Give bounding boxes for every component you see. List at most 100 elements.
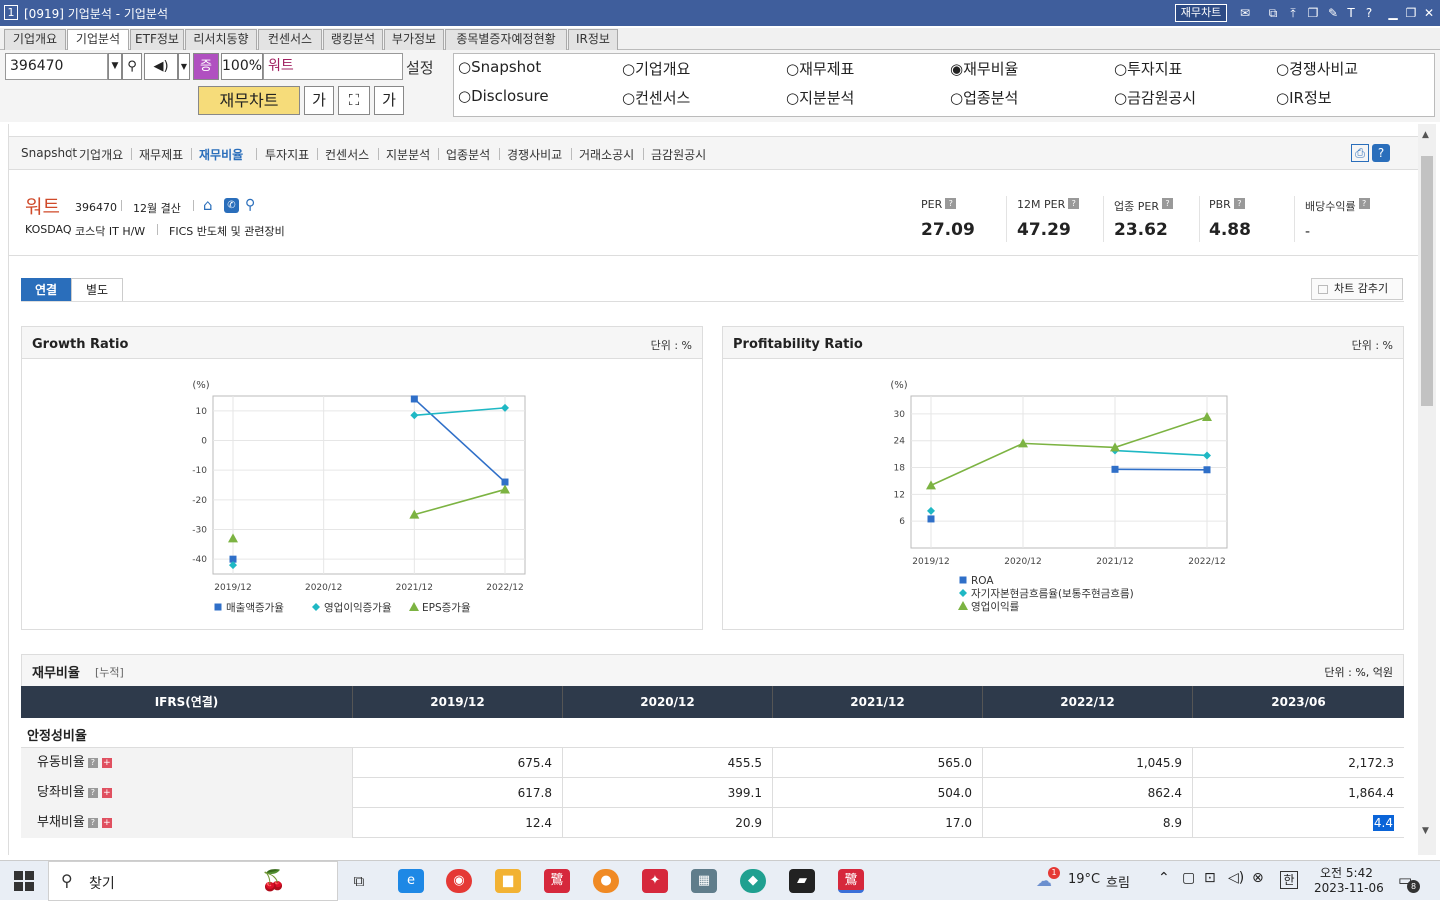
- subnav-equity-analysis[interactable]: 지분분석: [386, 146, 430, 163]
- phone-icon[interactable]: ✆: [224, 198, 239, 213]
- speaker-icon[interactable]: ◀): [144, 53, 178, 80]
- help-icon[interactable]: ?: [1360, 4, 1378, 22]
- camera-icon[interactable]: ▢: [1182, 870, 1195, 886]
- subnav-company-overview[interactable]: 기업개요: [79, 146, 123, 163]
- tab-ranking[interactable]: 랭킹분석: [323, 29, 383, 50]
- help-icon[interactable]: ?: [1372, 144, 1390, 162]
- radio-financial-ratio[interactable]: ◉재무비율: [950, 58, 1018, 79]
- sticky-notes-icon[interactable]: ▰: [789, 869, 815, 893]
- tab-research[interactable]: 리서치동향: [185, 29, 257, 50]
- question-icon[interactable]: ?: [88, 758, 98, 768]
- chrome-browser-icon[interactable]: ◉: [446, 869, 472, 893]
- question-icon[interactable]: ?: [1068, 198, 1079, 209]
- separate-toggle[interactable]: 별도: [71, 278, 123, 302]
- expand-plus-icon[interactable]: +: [102, 818, 112, 828]
- stock-name-field[interactable]: 워트: [263, 53, 403, 80]
- search-icon[interactable]: ⚲: [122, 53, 142, 80]
- weather-temp[interactable]: 19°C: [1068, 872, 1100, 887]
- tab-company-analysis[interactable]: 기업분석: [67, 29, 129, 51]
- subnav-financial-statements[interactable]: 재무제표: [139, 146, 183, 163]
- fit-screen-icon[interactable]: ⛶: [338, 86, 370, 115]
- subnav-competitor-compare[interactable]: 경쟁사비교: [507, 146, 562, 163]
- edge-browser-icon[interactable]: e: [398, 869, 424, 893]
- consolidated-toggle[interactable]: 연결: [21, 278, 71, 302]
- radio-consensus[interactable]: ○컨센서스: [622, 87, 690, 108]
- subnav-industry-analysis[interactable]: 업종분석: [446, 146, 490, 163]
- pin-top-icon[interactable]: ⤒: [1284, 4, 1302, 22]
- window-link-icon[interactable]: ⧉: [1264, 4, 1282, 22]
- clock-date[interactable]: 2023-11-06: [1314, 881, 1384, 895]
- chevron-up-icon[interactable]: ⌃: [1158, 870, 1170, 886]
- tab-additional-info[interactable]: 부가정보: [384, 29, 444, 50]
- radio-company-overview[interactable]: ○기업개요: [622, 58, 690, 79]
- scroll-down-icon[interactable]: ▼: [1422, 826, 1429, 836]
- font-increase-button[interactable]: 가: [374, 86, 404, 115]
- scroll-up-icon[interactable]: ▲: [1422, 130, 1429, 140]
- ime-indicator[interactable]: 한: [1280, 871, 1298, 889]
- tab-consensus[interactable]: 컨센서스: [258, 29, 322, 50]
- radio-disclosure[interactable]: ○Disclosure: [458, 87, 549, 105]
- windows-start-icon[interactable]: [14, 871, 34, 891]
- question-icon[interactable]: ?: [1234, 198, 1245, 209]
- question-icon[interactable]: ?: [1162, 198, 1173, 209]
- subnav-investment-indicators[interactable]: 투자지표: [265, 146, 309, 163]
- tab-company-overview[interactable]: 기업개요: [4, 29, 66, 50]
- calculator-icon[interactable]: ▦: [691, 869, 717, 893]
- file-explorer-icon[interactable]: ▆: [495, 869, 521, 893]
- subnav-fss-disclosure[interactable]: 금감원공시: [651, 146, 706, 163]
- radio-competitor-compare[interactable]: ○경쟁사비교: [1276, 58, 1358, 79]
- close-circle-icon[interactable]: ⊗: [1252, 870, 1264, 886]
- font-size-icon[interactable]: T: [1342, 4, 1360, 22]
- speaker-dropdown-icon[interactable]: ▼: [178, 53, 190, 80]
- radio-snapshot[interactable]: ○Snapshot: [458, 58, 541, 76]
- subnav-exchange-disclosure[interactable]: 거래소공시: [579, 146, 634, 163]
- network-icon[interactable]: ⊡: [1204, 870, 1216, 886]
- code-dropdown-icon[interactable]: ▼: [108, 53, 122, 80]
- tab-ir-info[interactable]: IR정보: [568, 29, 618, 50]
- question-icon[interactable]: ?: [1359, 198, 1370, 209]
- radio-investment-indicators[interactable]: ○투자지표: [1114, 58, 1182, 79]
- table-header-ifrs[interactable]: IFRS(연결): [21, 686, 353, 718]
- close-icon[interactable]: ✕: [1420, 4, 1438, 22]
- question-icon[interactable]: ?: [88, 788, 98, 798]
- active-hts-app-icon[interactable]: 鷺: [838, 869, 864, 893]
- stock-code-input[interactable]: 396470: [5, 53, 108, 80]
- mail-icon[interactable]: ✉: [1236, 4, 1254, 22]
- copy-window-icon[interactable]: ❐: [1304, 4, 1322, 22]
- subnav-snapshot[interactable]: Snapshot: [21, 146, 77, 160]
- chart-app-icon[interactable]: ◆: [740, 869, 766, 893]
- question-icon[interactable]: ?: [945, 198, 956, 209]
- clock-time[interactable]: 오전 5:42: [1320, 864, 1373, 881]
- taskbar-search-box[interactable]: ⚲ 찾기 🍒: [48, 861, 338, 901]
- kakao-app-icon[interactable]: ●: [593, 869, 619, 893]
- radio-fss-disclosure[interactable]: ○금감원공시: [1114, 87, 1196, 108]
- subnav-consensus[interactable]: 컨센서스: [325, 146, 369, 163]
- restore-icon[interactable]: ❐: [1402, 4, 1420, 22]
- home-icon[interactable]: ⌂: [203, 196, 213, 214]
- font-decrease-button[interactable]: 가: [304, 86, 334, 115]
- radio-financial-statements[interactable]: ○재무제표: [786, 58, 854, 79]
- tab-etf-info[interactable]: ETF정보: [130, 29, 184, 50]
- selected-cell-text[interactable]: 4.4: [1373, 815, 1394, 831]
- scroll-thumb[interactable]: [1421, 156, 1433, 406]
- radio-industry-analysis[interactable]: ○업종분석: [950, 87, 1018, 108]
- hide-chart-button[interactable]: 차트 감추기: [1311, 278, 1403, 300]
- expand-plus-icon[interactable]: +: [102, 758, 112, 768]
- radio-equity-analysis[interactable]: ○지분분석: [786, 87, 854, 108]
- weather-desc[interactable]: 흐림: [1106, 872, 1130, 891]
- pin-icon[interactable]: ✎: [1324, 4, 1342, 22]
- print-icon[interactable]: ⎙: [1351, 144, 1369, 162]
- hts-app-icon[interactable]: 鷺: [544, 869, 570, 893]
- vertical-scrollbar[interactable]: ▲ ▼: [1418, 124, 1436, 855]
- question-icon[interactable]: ?: [88, 818, 98, 828]
- location-pin-icon[interactable]: ⚲: [245, 197, 255, 213]
- volume-icon[interactable]: ◁): [1228, 870, 1244, 886]
- financial-chart-button[interactable]: 재무차트: [1175, 4, 1227, 22]
- minimize-icon[interactable]: ▁: [1384, 4, 1402, 22]
- fin-chart-button[interactable]: 재무차트: [198, 86, 300, 115]
- tab-capital-increase[interactable]: 종목별증자예정현황: [445, 29, 567, 50]
- expand-plus-icon[interactable]: +: [102, 788, 112, 798]
- settings-label[interactable]: 설정: [406, 57, 434, 78]
- trading-app-icon[interactable]: ✦: [642, 869, 668, 893]
- subnav-financial-ratio[interactable]: 재무비율: [199, 146, 243, 163]
